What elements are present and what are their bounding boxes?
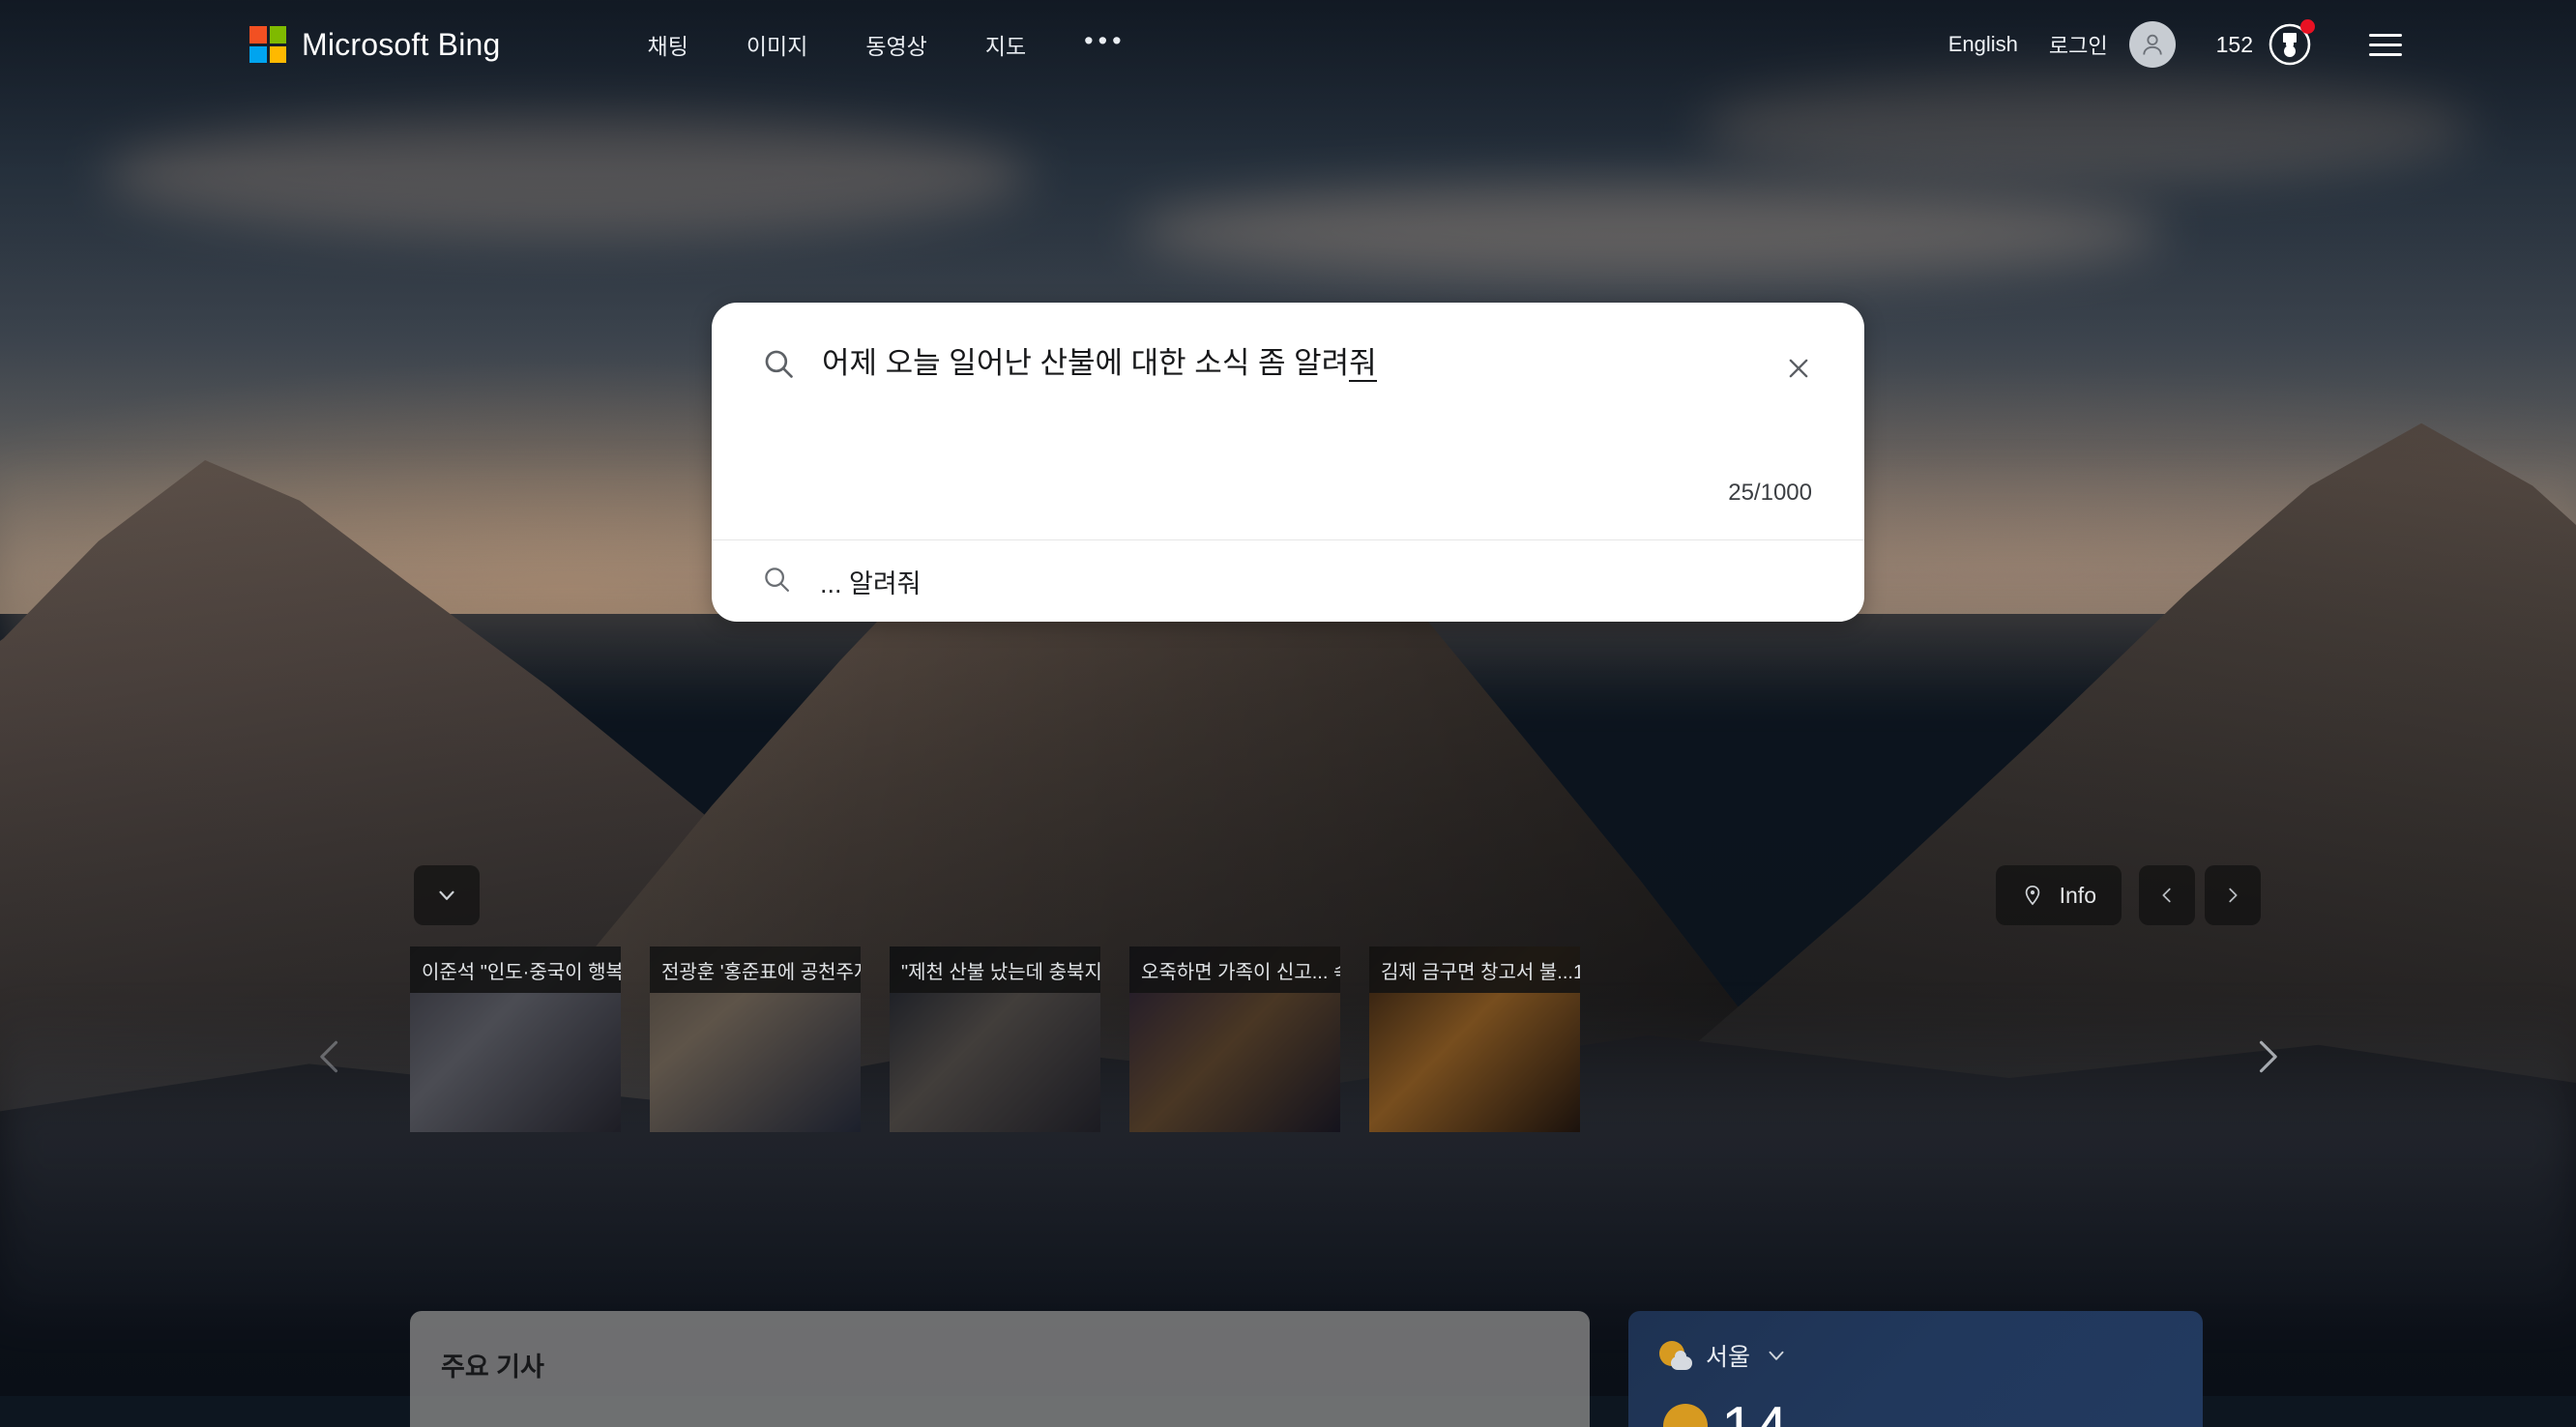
news-card-title: 오죽하면 가족이 신고... 속 빈 ... [1129,946,1340,993]
person-icon [2139,31,2166,58]
nav-more-icon[interactable]: ••• [1055,23,1155,66]
expand-button[interactable] [414,865,480,925]
location-pin-icon [2021,884,2044,907]
logo-text: Microsoft Bing [302,27,501,63]
search-query-composing: 줘 [1349,346,1377,382]
weather-large-sun-icon [1663,1404,1708,1427]
news-card-title: 전광훈 '홍준표에 공천주지마' ... [650,946,861,993]
avatar[interactable] [2129,21,2176,68]
search-query-text: 어제 오늘 일어난 산불에 대한 소식 좀 알려줘 [822,345,1377,381]
weather-panel[interactable]: 서울 14 [1628,1311,2203,1427]
search-panel: 어제 오늘 일어난 산불에 대한 소식 좀 알려줘 25/1000 ... 알려… [712,303,1864,622]
search-card: 어제 오늘 일어난 산불에 대한 소식 좀 알려줘 25/1000 ... 알려… [712,303,1864,622]
news-card-title: 이준석 "인도·중국이 행복한가... [410,946,621,993]
carousel-next-small-button[interactable] [2205,865,2261,925]
top-stories-panel[interactable]: 주요 기사 [410,1311,1590,1427]
weather-location-row[interactable]: 서울 [1628,1311,2203,1373]
rewards-count: 152 [2216,32,2253,58]
carousel-next-button[interactable] [2238,1028,2296,1086]
nav-maps[interactable]: 지도 [956,18,1055,71]
news-card[interactable]: 전광훈 '홍준표에 공천주지마' ... [650,946,861,1132]
search-icon [762,565,791,598]
microsoft-logo-icon [249,26,286,63]
search-input-area[interactable]: 어제 오늘 일어난 산불에 대한 소식 좀 알려줘 25/1000 [712,303,1864,539]
character-counter: 25/1000 [1728,480,1812,507]
notification-dot [2300,19,2315,34]
main-navigation: 채팅 이미지 동영상 지도 ••• [619,18,1156,71]
chevron-down-icon[interactable] [1764,1343,1789,1368]
chevron-down-icon [434,883,459,908]
news-card[interactable]: 이준석 "인도·중국이 행복한가... [410,946,621,1132]
hamburger-menu-icon[interactable] [2369,34,2402,56]
sign-in-button[interactable]: 로그인 [2034,21,2123,68]
page-header: Microsoft Bing 채팅 이미지 동영상 지도 ••• English… [0,0,2576,89]
search-suggestion-text: ... 알려줘 [820,563,922,600]
search-suggestion-item[interactable]: ... 알려줘 [712,540,1864,622]
carousel-card-list: 이준석 "인도·중국이 행복한가... 전광훈 '홍준표에 공천주지마' ...… [410,946,1580,1132]
news-card[interactable]: 김제 금구면 창고서 불...1명 [1369,946,1580,1132]
weather-city: 서울 [1706,1338,1750,1373]
search-icon [762,347,795,385]
news-carousel: Info 이준석 "인도·중국이 행복한가... 전광훈 '홍준표에 공천주지마… [0,875,2576,1223]
weather-temperature: 14 [1721,1394,1788,1427]
carousel-prev-small-button[interactable] [2139,865,2195,925]
nav-videos[interactable]: 동영상 [836,18,955,71]
info-button[interactable]: Info [1996,865,2122,925]
search-query-committed: 어제 오늘 일어난 산불에 대한 소식 좀 알려 [822,346,1349,380]
clear-search-button[interactable] [1779,349,1818,393]
info-label: Info [2060,883,2096,909]
news-card[interactable]: "제천 산불 났는데 충북지사는... [890,946,1100,1132]
news-card-title: "제천 산불 났는데 충북지사는... [890,946,1100,993]
header-right-group: English 로그인 152 [1933,21,2402,68]
sun-behind-cloud-icon [1659,1341,1692,1370]
top-stories-title: 주요 기사 [410,1311,1590,1383]
rewards-badge [2267,21,2313,68]
close-icon [1785,355,1812,382]
nav-images[interactable]: 이미지 [717,18,836,71]
chevron-right-icon [2245,1035,2288,1078]
carousel-toolbar: Info [0,875,2576,935]
carousel-prev-button[interactable] [302,1028,360,1086]
chevron-left-icon [309,1035,352,1078]
nav-chat[interactable]: 채팅 [619,18,717,71]
language-button[interactable]: English [1933,24,2034,65]
news-card[interactable]: 오죽하면 가족이 신고... 속 빈 ... [1129,946,1340,1132]
rewards-button[interactable]: 152 [2216,21,2313,68]
chevron-left-icon [2156,885,2178,906]
news-card-title: 김제 금구면 창고서 불...1명 [1369,946,1580,993]
chevron-right-icon [2222,885,2243,906]
bing-logo[interactable]: Microsoft Bing [249,26,501,63]
